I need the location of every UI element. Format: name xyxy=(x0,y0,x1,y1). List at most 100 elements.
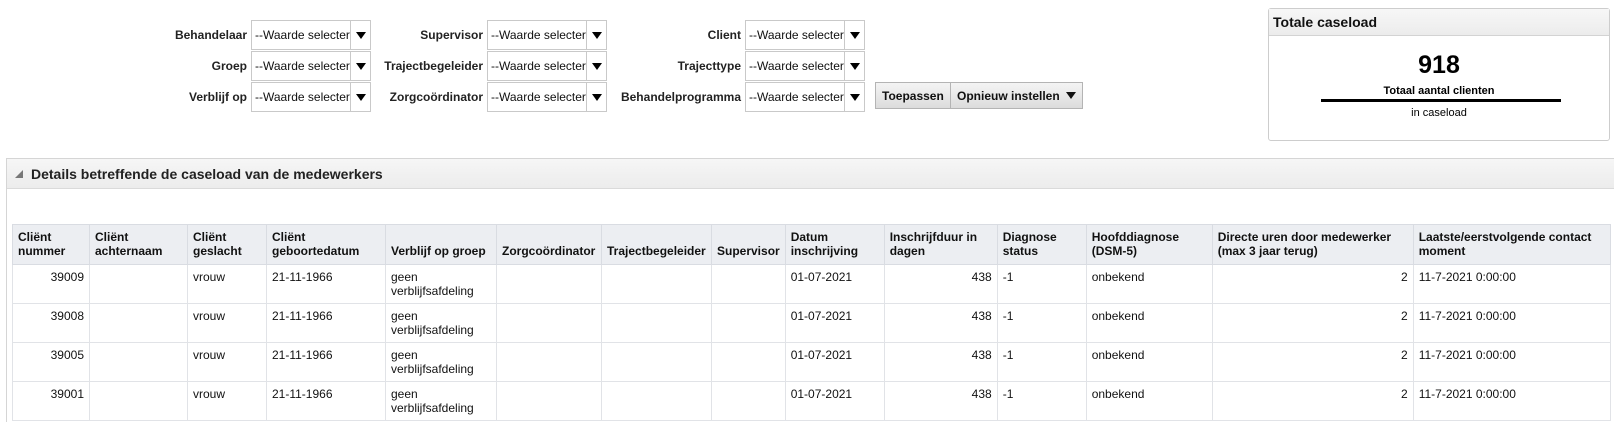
section-title: Details betreffende de caseload van de m… xyxy=(31,165,383,182)
client-select[interactable]: --Waarde selecteren-- xyxy=(745,20,865,50)
column-header[interactable]: Cliënt geboortedatum xyxy=(266,224,386,265)
table-cell: onbekend xyxy=(1085,303,1213,343)
table-cell: onbekend xyxy=(1085,342,1213,382)
section-header[interactable]: Details betreffende de caseload van de m… xyxy=(7,159,1614,189)
table-cell: -1 xyxy=(996,264,1087,304)
select-value: --Waarde selecteren-- xyxy=(488,51,587,81)
table-cell: 438 xyxy=(883,264,998,304)
table-cell: geen verblijfsafdeling xyxy=(385,342,497,382)
table-cell: 2 xyxy=(1211,303,1414,343)
column-header[interactable]: Trajectbegeleider xyxy=(601,224,712,265)
dropdown-arrow-icon xyxy=(1065,92,1076,99)
table-cell: onbekend xyxy=(1085,381,1213,421)
table-cell: 21-11-1966 xyxy=(266,303,386,343)
table-cell: 11-7-2021 0:00:00 xyxy=(1412,264,1611,304)
total-caseload-value: 918 xyxy=(1418,51,1460,79)
details-section: Details betreffende de caseload van de m… xyxy=(6,158,1614,422)
filter-panel: Behandelaar --Waarde selecteren-- Superv… xyxy=(0,0,1240,150)
filter-label-groep: Groep xyxy=(211,59,247,73)
table-cell: 39005 xyxy=(12,342,90,382)
column-header[interactable]: Cliënt nummer xyxy=(12,224,90,265)
table-cell xyxy=(496,381,602,421)
column-header[interactable]: Inschrijfduur in dagen xyxy=(883,224,998,265)
column-header[interactable]: Directe uren door medewerker (max 3 jaar… xyxy=(1211,224,1414,265)
filter-label-verblijf-op: Verblijf op xyxy=(188,90,247,104)
table-cell xyxy=(89,303,188,343)
dropdown-arrow-icon[interactable] xyxy=(845,31,864,39)
table-cell xyxy=(496,264,602,304)
apply-button[interactable]: Toepassen xyxy=(875,82,951,109)
select-value: --Waarde selecteren-- xyxy=(746,51,845,81)
table-cell: 01-07-2021 xyxy=(784,342,885,382)
apply-button-label: Toepassen xyxy=(882,88,944,103)
table-cell xyxy=(711,303,786,343)
filter-label-behandelaar: Behandelaar xyxy=(174,28,247,42)
table-cell xyxy=(711,342,786,382)
table-cell: -1 xyxy=(996,381,1087,421)
column-header[interactable]: Zorgcoördinator xyxy=(496,224,602,265)
table-cell xyxy=(601,381,712,421)
trajecttype-select[interactable]: --Waarde selecteren-- xyxy=(745,51,865,81)
total-caseload-card: Totale caseload 918 Totaal aantal client… xyxy=(1268,8,1610,141)
dropdown-arrow-icon[interactable] xyxy=(845,62,864,70)
table-cell xyxy=(496,303,602,343)
table-cell: 438 xyxy=(883,303,998,343)
table-cell xyxy=(601,264,712,304)
table-cell xyxy=(89,381,188,421)
table-cell xyxy=(711,264,786,304)
zorgcoordinator-select[interactable]: --Waarde selecteren-- xyxy=(487,82,607,112)
table-cell: vrouw xyxy=(187,381,267,421)
table-cell: vrouw xyxy=(187,303,267,343)
column-header[interactable]: Laatste/eerstvolgende contact moment xyxy=(1412,224,1611,265)
column-header[interactable]: Cliënt geslacht xyxy=(187,224,267,265)
filter-label-trajectbegeleider: Trajectbegeleider xyxy=(384,59,483,73)
table-row: 39001 vrouw 21-11-1966 geen verblijfsafd… xyxy=(12,381,1611,421)
column-header[interactable]: Diagnose status xyxy=(996,224,1087,265)
table-cell: 438 xyxy=(883,342,998,382)
table-cell: 11-7-2021 0:00:00 xyxy=(1412,342,1611,382)
table-cell: 438 xyxy=(883,381,998,421)
table-cell: -1 xyxy=(996,303,1087,343)
supervisor-select[interactable]: --Waarde selecteren-- xyxy=(487,20,607,50)
total-caseload-sublabel: in caseload xyxy=(1411,107,1467,119)
select-value: --Waarde selecteren-- xyxy=(488,20,587,50)
table-cell: 11-7-2021 0:00:00 xyxy=(1412,303,1611,343)
filter-row: Verblijf op --Waarde selecteren-- Zorgco… xyxy=(0,82,1240,112)
table-cell: geen verblijfsafdeling xyxy=(385,303,497,343)
filter-label-behandelprogramma: Behandelprogramma xyxy=(620,90,741,104)
column-header[interactable]: Datum inschrijving xyxy=(784,224,885,265)
table-cell: 21-11-1966 xyxy=(266,342,386,382)
filter-label-zorgcoordinator: Zorgcoördinator xyxy=(389,90,483,104)
collapse-triangle-icon[interactable] xyxy=(15,169,23,178)
table-cell: onbekend xyxy=(1085,264,1213,304)
filter-label-client: Client xyxy=(707,28,741,42)
table-cell: 2 xyxy=(1211,342,1414,382)
divider xyxy=(1321,99,1561,102)
select-value: --Waarde selecteren-- xyxy=(746,82,845,112)
caseload-table: Cliënt nummer Cliënt achternaam Cliënt g… xyxy=(12,224,1611,421)
table-cell: 21-11-1966 xyxy=(266,381,386,421)
column-header[interactable]: Supervisor xyxy=(711,224,786,265)
table-cell: 11-7-2021 0:00:00 xyxy=(1412,381,1611,421)
column-header[interactable]: Cliënt achternaam xyxy=(89,224,188,265)
card-title: Totale caseload xyxy=(1269,9,1609,36)
table-cell: 39009 xyxy=(12,264,90,304)
table-cell xyxy=(89,342,188,382)
filter-row: Groep --Waarde selecteren-- Trajectbegel… xyxy=(0,51,1240,81)
table-cell: vrouw xyxy=(187,342,267,382)
column-header[interactable]: Verblijf op groep xyxy=(385,224,497,265)
table-cell xyxy=(89,264,188,304)
table-row: 39008 vrouw 21-11-1966 geen verblijfsafd… xyxy=(12,303,1611,343)
column-header[interactable]: Hoofddiagnose (DSM-5) xyxy=(1085,224,1213,265)
trajectbegeleider-select[interactable]: --Waarde selecteren-- xyxy=(487,51,607,81)
table-cell: 01-07-2021 xyxy=(784,303,885,343)
dropdown-arrow-icon[interactable] xyxy=(845,93,864,101)
table-cell: 39008 xyxy=(12,303,90,343)
table-cell: -1 xyxy=(996,342,1087,382)
filter-label-supervisor: Supervisor xyxy=(420,28,483,42)
reset-button[interactable]: Opnieuw instellen xyxy=(950,82,1083,109)
behandelprogramma-select[interactable]: --Waarde selecteren-- xyxy=(745,82,865,112)
select-value: --Waarde selecteren-- xyxy=(746,20,845,50)
table-cell: vrouw xyxy=(187,264,267,304)
table-cell xyxy=(496,342,602,382)
